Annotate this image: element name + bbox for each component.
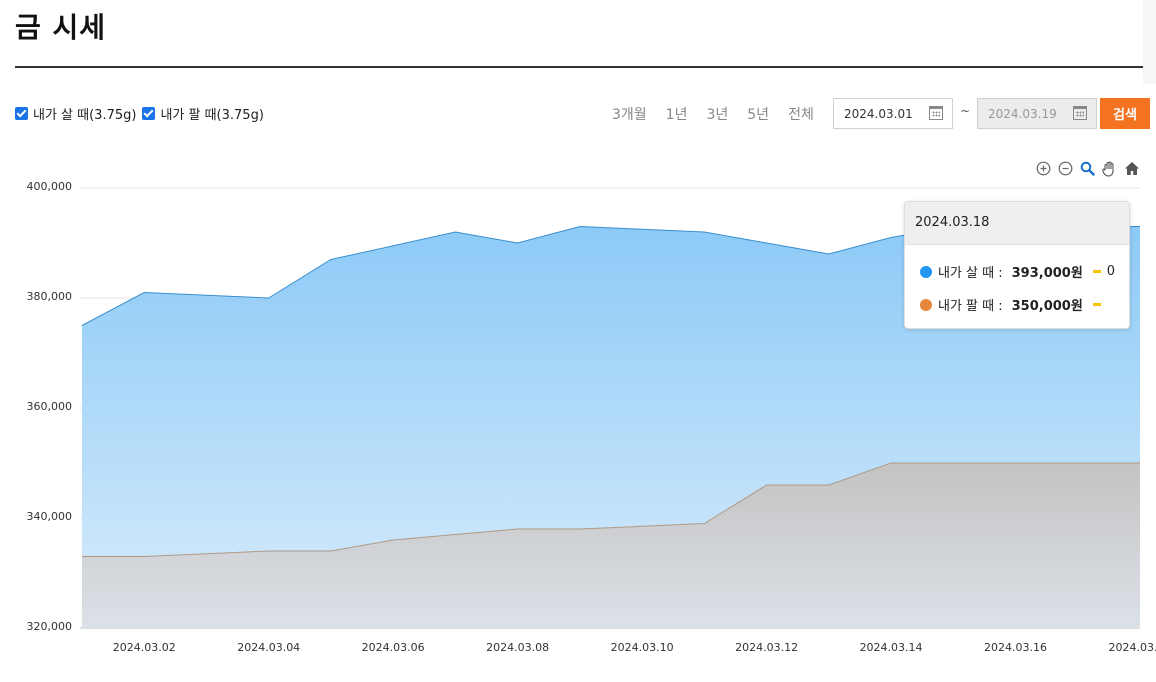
start-date-value: 2024.03.01 — [844, 106, 913, 121]
date-range-separator: ~ — [960, 104, 971, 118]
x-tick-label: 2024.03.12 — [735, 641, 798, 654]
x-tick-label: 2024.03.14 — [860, 641, 923, 654]
search-button[interactable]: 검색 — [1100, 98, 1150, 129]
sell-series-dot-icon — [920, 298, 932, 311]
end-date-value: 2024.03.19 — [988, 106, 1057, 121]
y-tick-label: 360,000 — [27, 400, 73, 413]
period-all[interactable]: 전체 — [788, 104, 814, 124]
calendar-icon[interactable] — [1073, 106, 1087, 120]
tooltip-buy-change: 0 — [1106, 264, 1116, 279]
x-tick-label: 2024.03.10 — [611, 641, 674, 654]
end-date-input[interactable]: 2024.03.19 — [977, 98, 1097, 129]
y-tick-label: 380,000 — [27, 290, 73, 303]
period-selector: 3개월 1년 3년 5년 전체 — [612, 104, 833, 124]
tooltip-sell-value: 350,000원 — [1011, 299, 1083, 314]
x-tick-label: 2024.03.08 — [486, 641, 549, 654]
tooltip-buy-value: 393,000원 — [1011, 266, 1083, 281]
period-3y[interactable]: 3년 — [706, 104, 728, 124]
tooltip-date: 2024.03.18 — [905, 202, 1129, 245]
x-tick-label: 2024.03.02 — [113, 641, 176, 654]
tooltip-buy-label: 내가 살 때 : — [938, 266, 1003, 281]
checkbox-checked-icon — [142, 107, 156, 120]
series-toggles: 내가 살 때(3.75g) 내가 팔 때(3.75g) — [15, 104, 270, 123]
buy-checkbox-label: 내가 살 때(3.75g) — [33, 108, 137, 123]
x-tick-label: 2024.03.04 — [237, 641, 300, 654]
y-tick-label: 340,000 — [27, 510, 73, 523]
y-tick-label: 320,000 — [27, 620, 73, 633]
period-3m[interactable]: 3개월 — [612, 104, 647, 124]
tooltip-sell-row: 내가 팔 때 : 350,000원 — [920, 295, 1107, 314]
sell-checkbox-label: 내가 팔 때(3.75g) — [160, 108, 264, 123]
period-5y[interactable]: 5년 — [747, 104, 769, 124]
tooltip-sell-label: 내가 팔 때 : — [938, 299, 1003, 314]
x-tick-label: 2024.03.16 — [984, 641, 1047, 654]
buy-checkbox[interactable]: 내가 살 때(3.75g) — [15, 104, 136, 123]
start-date-input[interactable]: 2024.03.01 — [833, 98, 953, 129]
tooltip-buy-row: 내가 살 때 : 393,000원 0 — [920, 262, 1115, 281]
buy-series-dot-icon — [920, 265, 932, 278]
checkbox-checked-icon — [15, 107, 28, 120]
page-title: 금 시세 — [15, 11, 107, 44]
period-1y[interactable]: 1년 — [666, 104, 688, 124]
change-dash-icon — [1092, 303, 1101, 306]
x-tick-label: 2024.03.18 — [1109, 641, 1156, 654]
x-tick-label: 2024.03.06 — [362, 641, 425, 654]
sell-checkbox[interactable]: 내가 팔 때(3.75g) — [142, 104, 264, 123]
calendar-icon[interactable] — [929, 106, 943, 120]
change-dash-icon — [1092, 270, 1101, 273]
title-divider — [15, 66, 1143, 68]
data-tooltip: 2024.03.18 내가 살 때 : 393,000원 0 내가 팔 때 : … — [904, 201, 1130, 329]
side-panel-edge — [1143, 0, 1156, 84]
y-tick-label: 400,000 — [27, 180, 73, 193]
